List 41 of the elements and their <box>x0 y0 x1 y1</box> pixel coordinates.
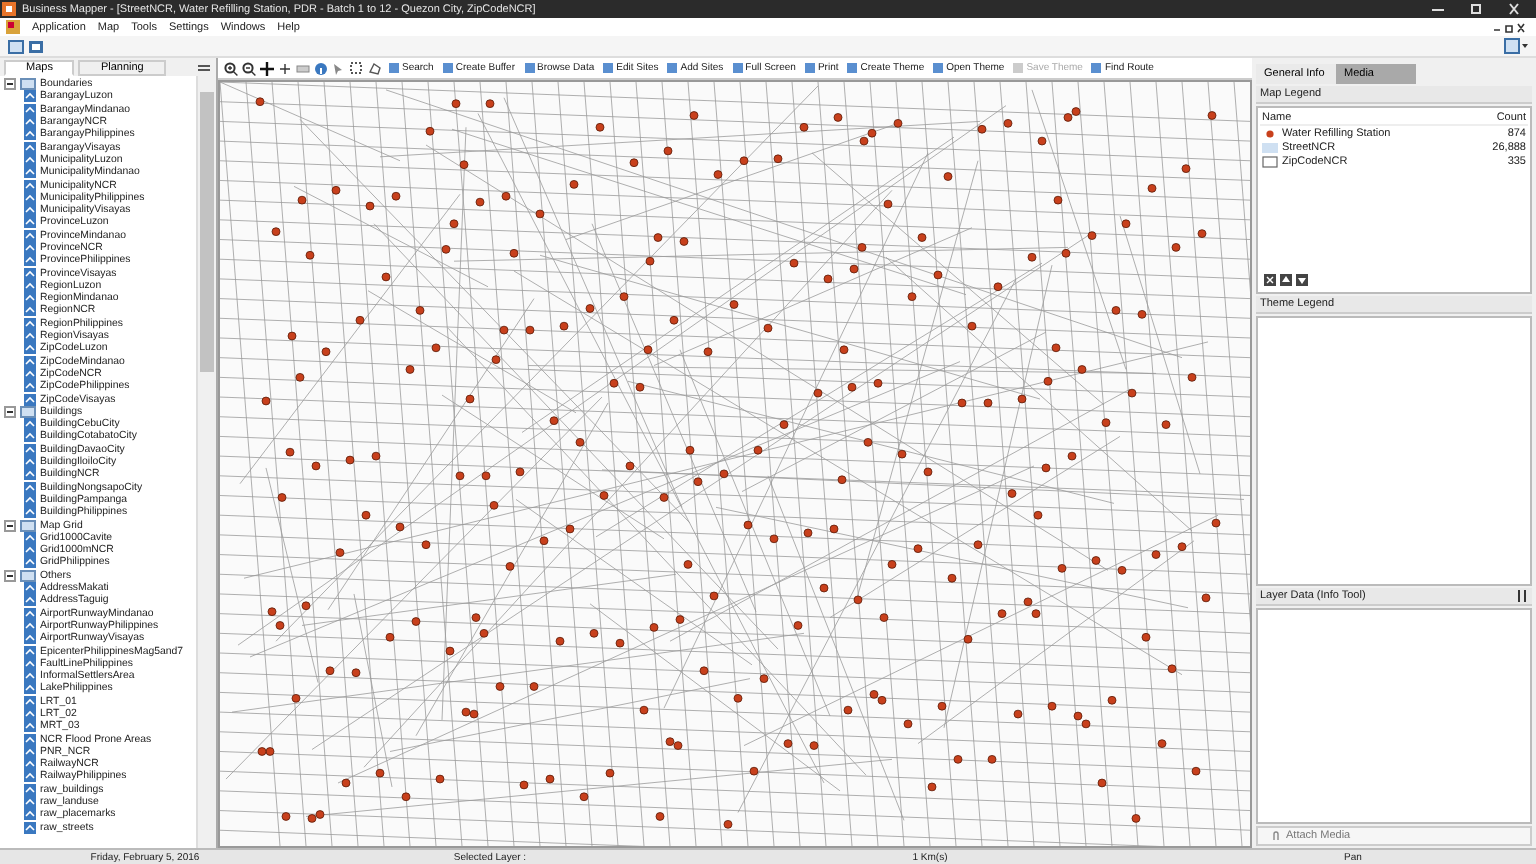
info-icon[interactable] <box>314 61 328 75</box>
expander-icon[interactable] <box>4 569 16 582</box>
pause-icon[interactable] <box>1516 590 1528 602</box>
rectangle-select-icon[interactable] <box>350 61 364 75</box>
folder-icon <box>20 519 36 532</box>
close-icon[interactable] <box>1504 2 1524 16</box>
scrollbar[interactable] <box>196 76 216 848</box>
folder-icon <box>20 569 36 582</box>
move-down-icon[interactable] <box>1296 274 1308 286</box>
pan-icon[interactable] <box>260 61 274 75</box>
expander-icon[interactable] <box>4 78 16 91</box>
expander-icon[interactable] <box>4 405 16 418</box>
tool-icon <box>441 62 454 74</box>
mdi-window-controls-icon[interactable] <box>1492 21 1528 33</box>
tool-icon <box>803 62 816 74</box>
crosshair-icon[interactable] <box>278 61 292 75</box>
layout-dropdown-icon[interactable] <box>1504 38 1528 54</box>
tool-icon <box>523 62 535 74</box>
paperclip-icon <box>1270 830 1282 842</box>
tool-icon <box>846 62 859 74</box>
polygon-symbol-icon <box>1262 155 1278 167</box>
folder-icon <box>20 405 36 418</box>
panel-icon[interactable] <box>28 39 44 53</box>
line-symbol-icon <box>1262 141 1278 153</box>
zoom-out-icon[interactable] <box>242 61 256 75</box>
folder-icon <box>20 78 36 91</box>
move-up-icon[interactable] <box>1280 274 1292 286</box>
window-icon[interactable] <box>8 39 24 53</box>
app-menu-icon[interactable] <box>6 20 20 34</box>
tool-icon <box>602 62 615 74</box>
tool-icon <box>666 62 679 74</box>
tool-icon <box>731 62 744 74</box>
zoom-in-icon[interactable] <box>224 61 238 75</box>
tool-icon <box>1090 62 1103 74</box>
remove-icon[interactable] <box>1264 274 1276 286</box>
expander-icon[interactable] <box>4 519 16 532</box>
tool-icon <box>932 62 945 74</box>
polygon-select-icon[interactable] <box>368 61 382 75</box>
restore-icon[interactable] <box>1466 2 1486 16</box>
tool-icon <box>388 62 400 74</box>
point-symbol-icon <box>1262 127 1278 139</box>
